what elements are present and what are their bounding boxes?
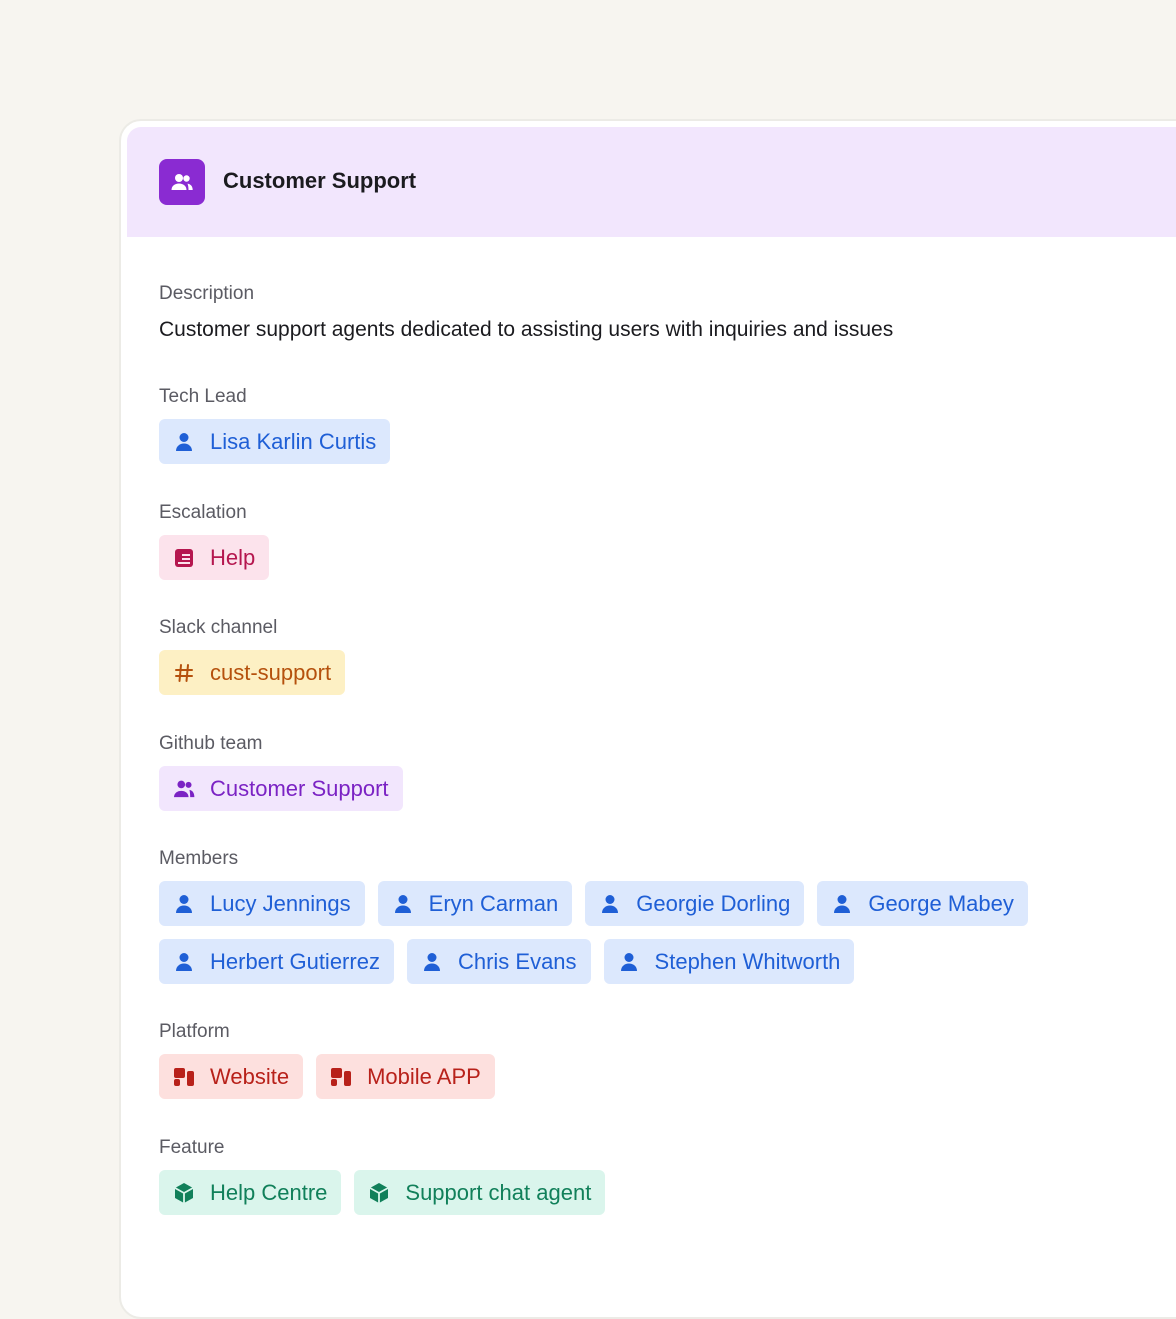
- slack-section: Slack channel cust-support: [159, 615, 1119, 695]
- member-pill[interactable]: Herbert Gutierrez: [159, 939, 394, 984]
- github-section: Github team Customer Support: [159, 731, 1119, 811]
- platform-name: Website: [210, 1063, 290, 1089]
- feature-label: Feature: [159, 1137, 225, 1158]
- slack-channel-name: cust-support: [210, 659, 332, 685]
- members-label: Members: [159, 848, 239, 869]
- person-icon: [173, 951, 195, 973]
- member-name: Stephen Whitworth: [654, 948, 841, 974]
- product-icon: [173, 1066, 195, 1088]
- member-pill[interactable]: Lucy Jennings: [159, 881, 365, 926]
- member-name: Lucy Jennings: [210, 890, 351, 916]
- escalation-value: Help: [210, 544, 256, 570]
- description-section: Description Customer support agents dedi…: [159, 281, 893, 345]
- person-icon: [173, 431, 195, 453]
- person-icon: [599, 893, 621, 915]
- tech-lead-label: Tech Lead: [159, 386, 247, 407]
- feature-section: Feature Help Centre Support chat agent: [159, 1135, 1119, 1215]
- card-header: Customer Support: [127, 127, 1176, 237]
- person-icon: [618, 951, 640, 973]
- feature-name: Help Centre: [210, 1179, 328, 1205]
- description-text: Customer support agents dedicated to ass…: [159, 318, 894, 341]
- escalation-section: Escalation Help: [159, 500, 1119, 580]
- platform-pill[interactable]: Mobile APP: [316, 1054, 495, 1099]
- person-icon: [173, 893, 195, 915]
- tech-lead-name: Lisa Karlin Curtis: [210, 428, 377, 454]
- cube-icon: [173, 1182, 195, 1204]
- member-name: Chris Evans: [457, 948, 577, 974]
- github-team-pill[interactable]: Customer Support: [159, 766, 403, 811]
- platform-name: Mobile APP: [367, 1063, 481, 1089]
- member-pill[interactable]: Eryn Carman: [377, 881, 573, 926]
- team-card: Customer Support Description Customer su…: [119, 119, 1176, 1319]
- member-pill[interactable]: George Mabey: [817, 881, 1028, 926]
- platform-section: Platform Website Mobile APP: [159, 1019, 1119, 1099]
- hash-icon: [173, 662, 195, 684]
- feature-pill[interactable]: Help Centre: [159, 1170, 342, 1215]
- member-name: Eryn Carman: [428, 890, 559, 916]
- page-title: Customer Support: [223, 168, 417, 193]
- description-label: Description: [159, 283, 255, 304]
- feature-name: Support chat agent: [405, 1179, 592, 1205]
- member-name: Herbert Gutierrez: [210, 948, 380, 974]
- escalation-pill[interactable]: Help: [159, 535, 270, 580]
- users-icon: [159, 159, 205, 205]
- members-section: Members Lucy Jennings Eryn Carman Georgi…: [159, 846, 1119, 984]
- cube-icon: [368, 1182, 390, 1204]
- member-pill[interactable]: Chris Evans: [406, 939, 591, 984]
- slack-label: Slack channel: [159, 617, 278, 638]
- platform-pill[interactable]: Website: [159, 1054, 304, 1099]
- person-icon: [421, 951, 443, 973]
- users-icon: [173, 778, 195, 800]
- tech-lead-section: Tech Lead Lisa Karlin Curtis: [159, 384, 1119, 464]
- person-icon: [392, 893, 414, 915]
- platform-list: Website Mobile APP: [159, 1054, 1119, 1099]
- escalation-path-icon: [173, 547, 195, 569]
- feature-list: Help Centre Support chat agent: [159, 1170, 1119, 1215]
- platform-label: Platform: [159, 1021, 230, 1042]
- feature-pill[interactable]: Support chat agent: [354, 1170, 606, 1215]
- escalation-label: Escalation: [159, 502, 247, 523]
- github-label: Github team: [159, 733, 263, 754]
- github-team-name: Customer Support: [210, 775, 389, 801]
- members-list: Lucy Jennings Eryn Carman Georgie Dorlin…: [159, 881, 1119, 984]
- member-name: George Mabey: [868, 890, 1014, 916]
- tech-lead-pill[interactable]: Lisa Karlin Curtis: [159, 419, 391, 464]
- slack-channel-pill[interactable]: cust-support: [159, 650, 346, 695]
- member-pill[interactable]: Stephen Whitworth: [603, 939, 855, 984]
- member-pill[interactable]: Georgie Dorling: [585, 881, 805, 926]
- product-icon: [330, 1066, 352, 1088]
- person-icon: [831, 893, 853, 915]
- member-name: Georgie Dorling: [636, 890, 791, 916]
